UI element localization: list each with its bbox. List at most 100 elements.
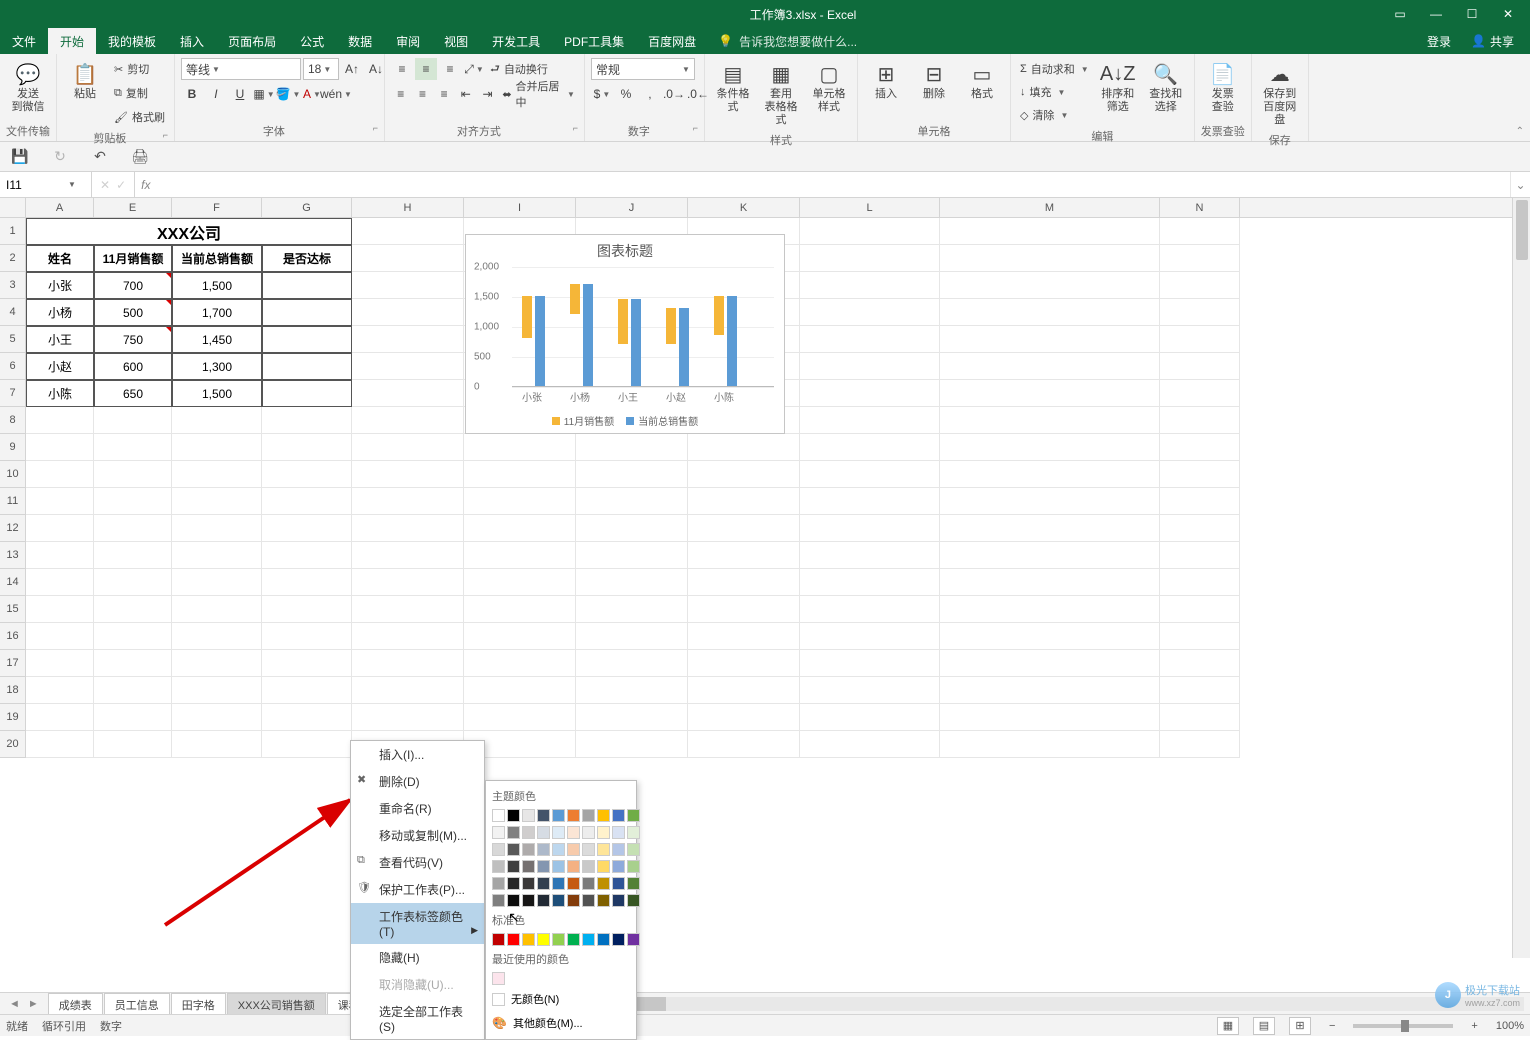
cell[interactable] <box>800 542 940 569</box>
cell[interactable] <box>464 650 576 677</box>
cell[interactable] <box>940 434 1160 461</box>
cell[interactable]: 11月销售额 <box>94 245 172 272</box>
color-swatch[interactable] <box>627 894 640 907</box>
cell[interactable] <box>800 731 940 758</box>
color-swatch[interactable] <box>582 877 595 890</box>
horizontal-scrollbar[interactable] <box>486 997 1524 1011</box>
row-header[interactable]: 17 <box>0 650 26 677</box>
tab-formulas[interactable]: 公式 <box>288 28 336 54</box>
formula-cancel-icon[interactable]: ✕ <box>100 178 110 192</box>
sheet-tab[interactable]: 员工信息 <box>104 993 170 1016</box>
color-swatch[interactable] <box>612 826 625 839</box>
column-header[interactable]: H <box>352 198 464 217</box>
format-as-table-button[interactable]: ▦套用 表格格式 <box>759 58 803 130</box>
cell[interactable] <box>940 353 1160 380</box>
spreadsheet-grid[interactable]: AEFGHIJKLMN 1XXX公司2姓名11月销售额当前总销售额是否达标3小张… <box>0 198 1530 958</box>
font-size-combo[interactable]: 18▼ <box>303 58 339 80</box>
color-swatch[interactable] <box>582 860 595 873</box>
cell[interactable] <box>800 596 940 623</box>
column-header[interactable]: A <box>26 198 94 217</box>
cell[interactable] <box>26 650 94 677</box>
decrease-indent-icon[interactable]: ⇤ <box>456 83 476 105</box>
collapse-ribbon-icon[interactable]: ⌃ <box>1516 126 1524 137</box>
cell[interactable] <box>352 380 464 407</box>
align-left-icon[interactable]: ≡ <box>391 83 411 105</box>
copy-button[interactable]: ⧉复制 <box>111 82 168 104</box>
cell[interactable] <box>800 569 940 596</box>
cell[interactable] <box>262 677 352 704</box>
cell[interactable] <box>262 515 352 542</box>
column-header[interactable]: E <box>94 198 172 217</box>
cell[interactable] <box>352 245 464 272</box>
view-page-layout-icon[interactable]: ▤ <box>1253 1017 1275 1035</box>
font-name-combo[interactable]: 等线▼ <box>181 58 301 80</box>
cell[interactable] <box>172 596 262 623</box>
color-swatch[interactable] <box>507 809 520 822</box>
cell[interactable] <box>26 488 94 515</box>
cell[interactable] <box>172 434 262 461</box>
cell[interactable] <box>26 434 94 461</box>
row-header[interactable]: 18 <box>0 677 26 704</box>
cell[interactable] <box>464 488 576 515</box>
row-header[interactable]: 6 <box>0 353 26 380</box>
color-swatch[interactable] <box>537 826 550 839</box>
cell[interactable]: 小王 <box>26 326 94 353</box>
zoom-slider[interactable] <box>1353 1024 1453 1028</box>
color-swatch[interactable] <box>627 826 640 839</box>
formula-expand-icon[interactable]: ⌄ <box>1510 172 1530 197</box>
cell[interactable] <box>940 731 1160 758</box>
sheet-nav-last-icon[interactable]: ► <box>25 998 42 1010</box>
color-swatch[interactable] <box>597 877 610 890</box>
cell[interactable] <box>172 569 262 596</box>
border-icon[interactable]: ▦▼ <box>253 83 275 105</box>
color-swatch[interactable] <box>507 843 520 856</box>
send-to-wechat-button[interactable]: 💬 发送 到微信 <box>6 58 50 116</box>
color-swatch[interactable] <box>597 860 610 873</box>
cell[interactable] <box>940 299 1160 326</box>
cell[interactable] <box>576 542 688 569</box>
row-header[interactable]: 14 <box>0 569 26 596</box>
cell[interactable]: 1,450 <box>172 326 262 353</box>
cell[interactable] <box>26 677 94 704</box>
cell[interactable] <box>262 731 352 758</box>
color-swatch[interactable] <box>597 809 610 822</box>
tab-file[interactable]: 文件 <box>0 28 48 54</box>
cell[interactable] <box>1160 704 1240 731</box>
color-swatch[interactable] <box>507 826 520 839</box>
cell[interactable] <box>94 542 172 569</box>
cell[interactable] <box>940 704 1160 731</box>
color-swatch[interactable] <box>552 809 565 822</box>
sheet-tab[interactable]: XXX公司销售额 <box>227 993 326 1016</box>
color-swatch[interactable] <box>552 843 565 856</box>
color-swatch[interactable] <box>597 826 610 839</box>
increase-indent-icon[interactable]: ⇥ <box>478 83 498 105</box>
color-swatch[interactable] <box>582 826 595 839</box>
cell[interactable] <box>262 542 352 569</box>
cell[interactable] <box>352 650 464 677</box>
tab-data[interactable]: 数据 <box>336 28 384 54</box>
row-header[interactable]: 8 <box>0 407 26 434</box>
cell[interactable] <box>800 488 940 515</box>
cell[interactable]: 当前总销售额 <box>172 245 262 272</box>
cell[interactable] <box>940 407 1160 434</box>
cell[interactable] <box>800 704 940 731</box>
qat-print-icon[interactable]: 🖨 <box>128 145 152 169</box>
cell[interactable] <box>94 677 172 704</box>
cell[interactable] <box>262 623 352 650</box>
row-header[interactable]: 10 <box>0 461 26 488</box>
color-swatch[interactable] <box>507 860 520 873</box>
align-center-icon[interactable]: ≡ <box>413 83 433 105</box>
cell[interactable] <box>464 461 576 488</box>
context-menu-item[interactable]: 隐藏(H) <box>351 944 484 971</box>
row-header[interactable]: 13 <box>0 542 26 569</box>
cell[interactable] <box>352 623 464 650</box>
cell[interactable] <box>800 353 940 380</box>
color-swatch[interactable] <box>507 877 520 890</box>
name-box-dropdown-icon[interactable]: ▼ <box>68 180 76 189</box>
number-dialog-launcher[interactable]: ⌐ <box>693 123 698 133</box>
tab-review[interactable]: 审阅 <box>384 28 432 54</box>
italic-icon[interactable]: I <box>205 83 227 105</box>
color-swatch[interactable] <box>522 826 535 839</box>
color-swatch[interactable] <box>522 809 535 822</box>
cell[interactable] <box>800 272 940 299</box>
